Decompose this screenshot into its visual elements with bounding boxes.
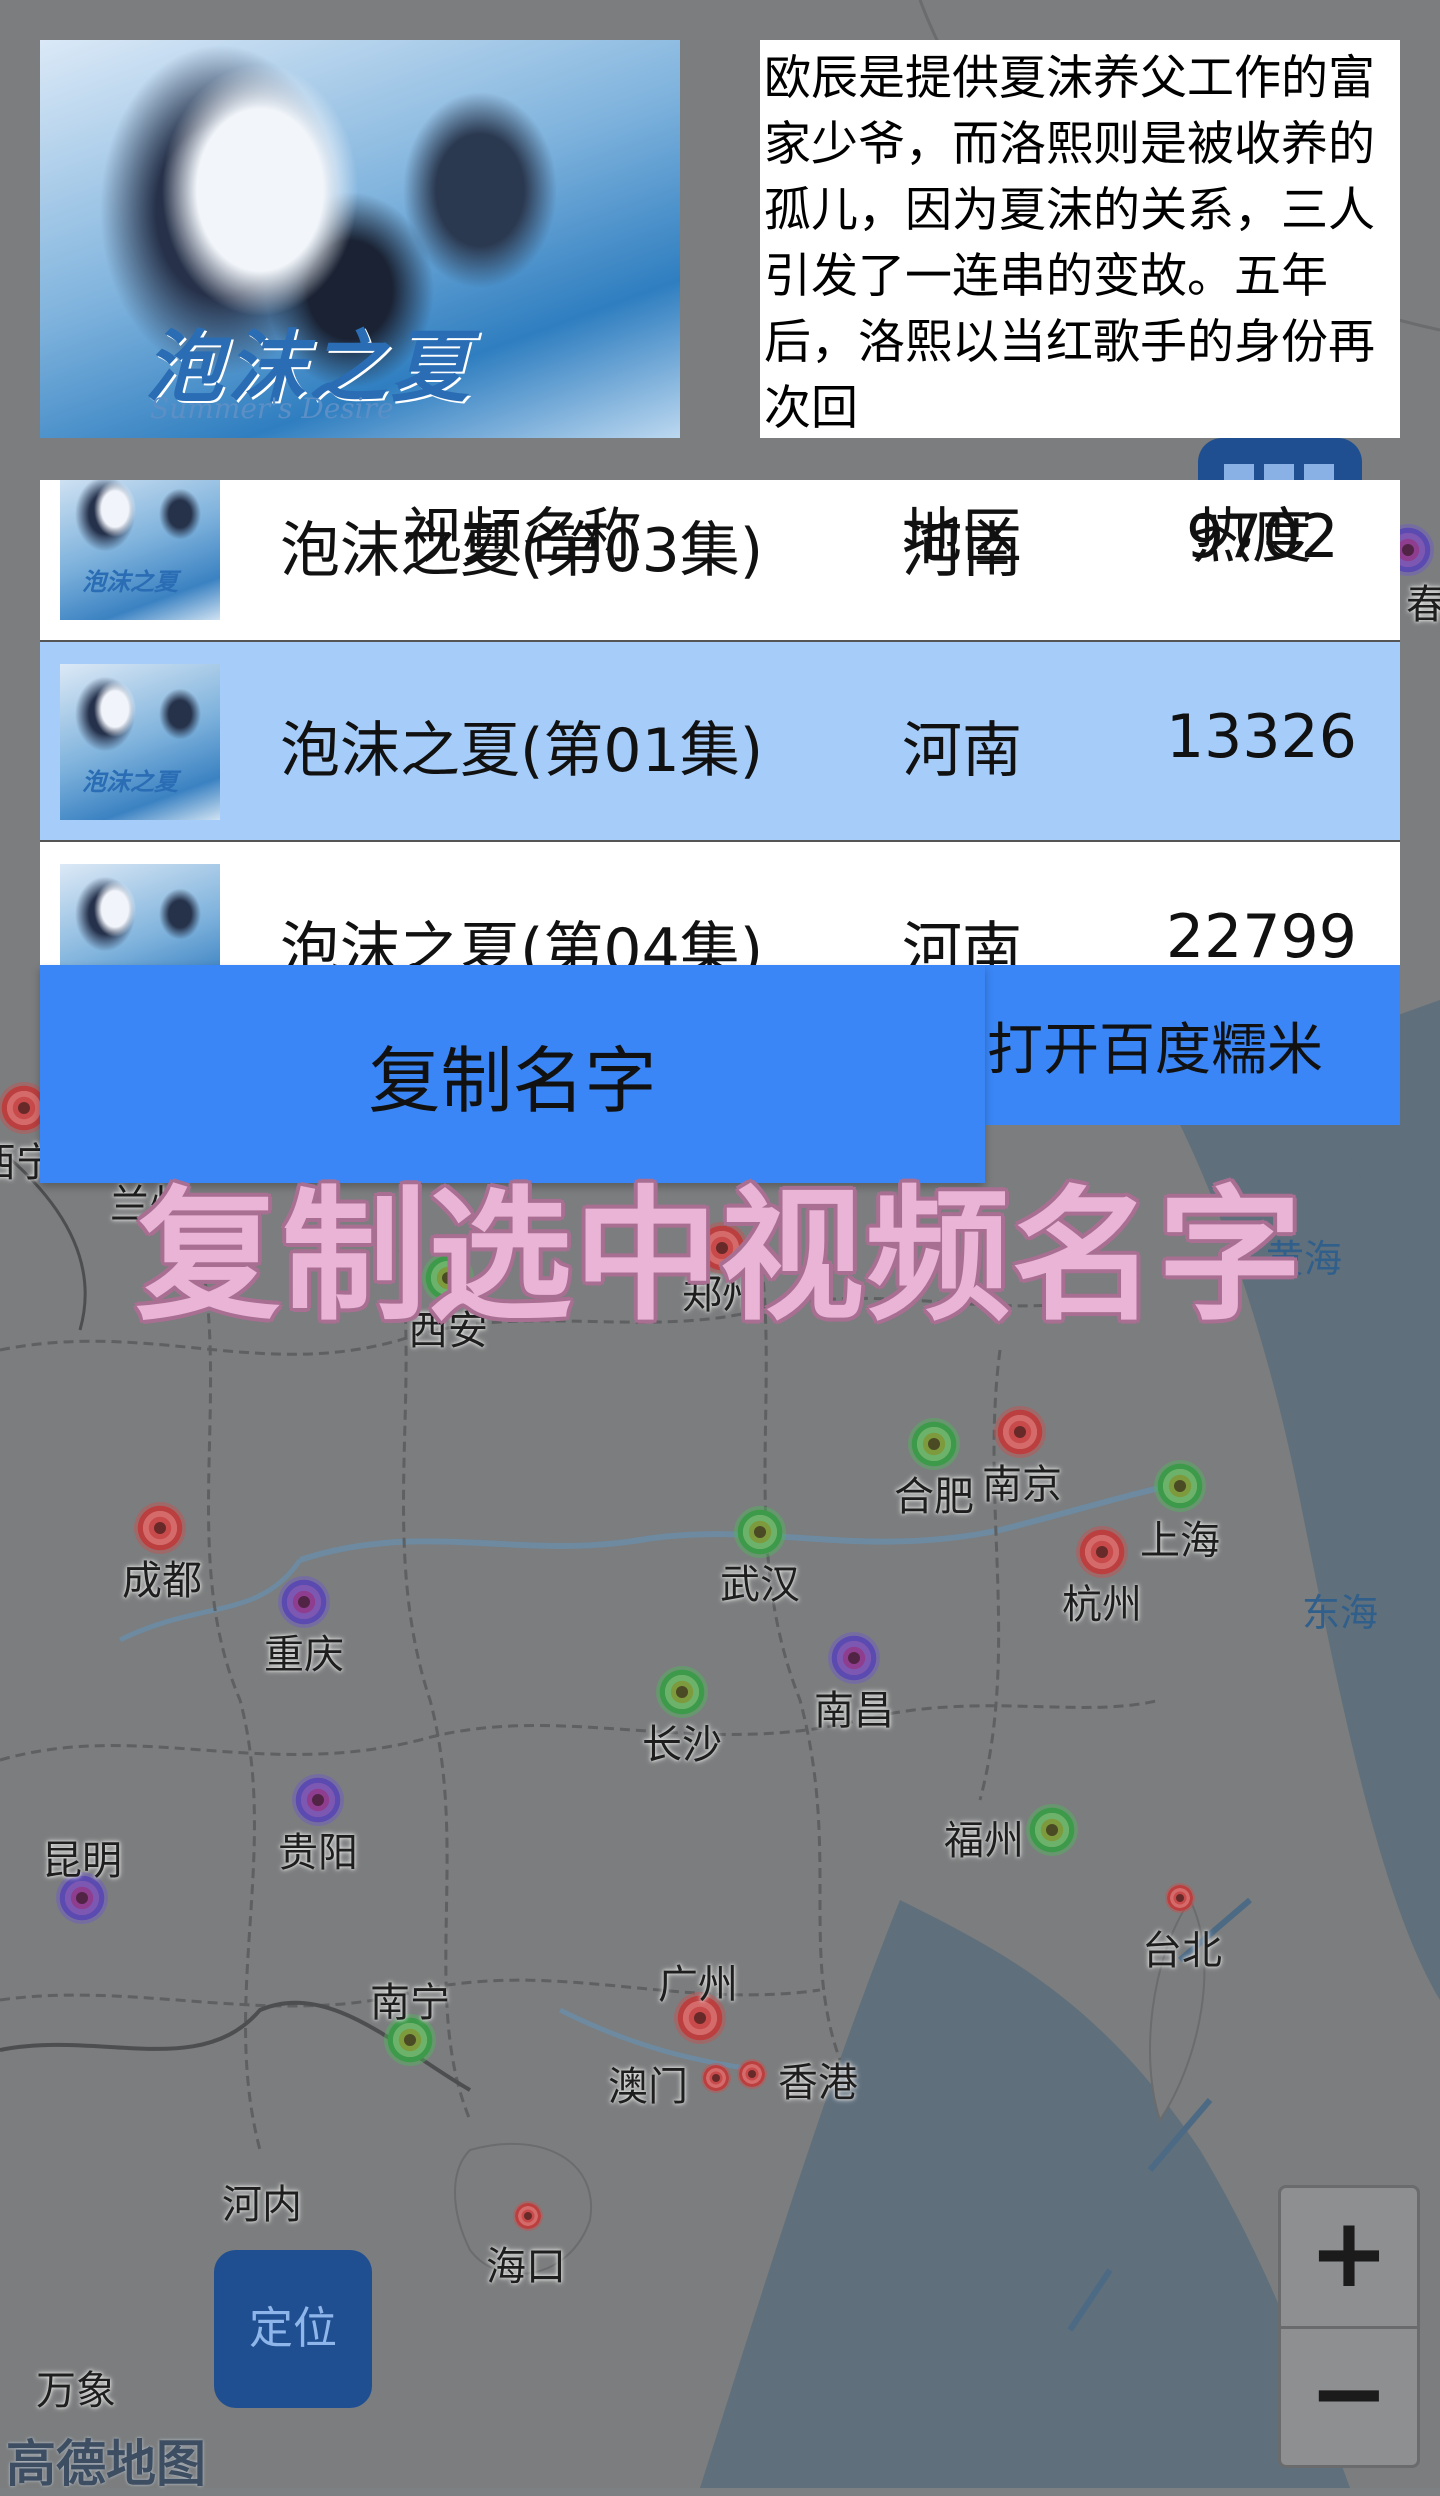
row-thumbnail: 泡沫之夏 <box>60 664 220 820</box>
city-marker-hangzhou[interactable] <box>1076 1526 1128 1578</box>
city-label: 昆明 <box>42 1838 122 1884</box>
zoom-out-button[interactable]: − <box>1281 2328 1417 2466</box>
header-region: 地区 <box>902 502 1022 572</box>
row-region: 河南 <box>902 716 1022 786</box>
city-label: 河内 <box>222 2182 302 2228</box>
row-video-name: 泡沫之夏(第01集) <box>280 716 764 786</box>
zoom-control: + − <box>1278 2185 1420 2468</box>
city-label: 香港 <box>778 2060 858 2106</box>
city-label: 上海 <box>1140 1518 1220 1564</box>
table-row-selected[interactable]: 泡沫之夏 泡沫之夏(第01集) 河南 13326 <box>40 642 1400 842</box>
header-video-name: 视频名称 <box>402 502 642 572</box>
city-marker-wuhan[interactable] <box>734 1506 786 1558</box>
table-header: 视频名称 地区 热度 <box>40 480 1400 580</box>
city-label: 成都 <box>122 1558 202 1604</box>
city-label: 福州 <box>944 1818 1024 1864</box>
city-label: 澳门 <box>608 2064 688 2110</box>
city-marker-chongqing[interactable] <box>278 1576 330 1628</box>
amap-logo: 高德地图 <box>6 2435 206 2493</box>
city-label: 长沙 <box>642 1722 722 1768</box>
city-marker-hefei[interactable] <box>908 1418 960 1470</box>
city-label: 广州 <box>658 1962 738 2008</box>
row-heat: 22799 <box>1166 902 1357 965</box>
city-marker-chengdu[interactable] <box>134 1502 186 1554</box>
locate-button[interactable]: 定位 <box>214 2250 372 2408</box>
video-table[interactable]: 泡沫之夏 泡沫之夏(第03集) 河南 9702 泡沫之夏 泡沫之夏(第01集) … <box>40 480 1400 965</box>
city-marker-haikou[interactable] <box>513 2201 543 2231</box>
city-marker-shanghai[interactable] <box>1154 1460 1206 1512</box>
city-label: 春 <box>1406 582 1440 628</box>
thumbnail-title: 泡沫之夏 <box>82 768 178 796</box>
row-video-name: 泡沫之夏(第04集) <box>280 916 764 965</box>
row-region: 河南 <box>902 916 1022 965</box>
city-label: 万象 <box>36 2368 116 2414</box>
city-marker-macau[interactable] <box>701 2063 731 2093</box>
city-marker-guiyang[interactable] <box>292 1774 344 1826</box>
city-label: 台北 <box>1142 1928 1222 1974</box>
table-row[interactable]: 泡沫之夏 泡沫之夏(第04集) 河南 22799 <box>40 842 1400 965</box>
city-marker-changsha[interactable] <box>656 1666 708 1718</box>
city-marker-hongkong[interactable] <box>737 2059 767 2089</box>
open-baidu-nuomi-button[interactable]: 打开百度糯米 <box>985 965 1400 1125</box>
city-label: 合肥 <box>894 1474 974 1520</box>
row-thumbnail: 泡沫之夏 <box>60 864 220 965</box>
city-label: 海口 <box>486 2244 566 2290</box>
city-marker-nanchang[interactable] <box>828 1632 880 1684</box>
city-marker-nanjing[interactable] <box>994 1406 1046 1458</box>
zoom-in-button[interactable]: + <box>1281 2188 1417 2329</box>
city-label: 贵阳 <box>278 1830 358 1876</box>
city-label: 重庆 <box>264 1632 344 1678</box>
city-label: 南昌 <box>814 1688 894 1734</box>
hint-banner: 复制选中视频名字 <box>135 1172 1304 1340</box>
city-marker-fuzhou[interactable] <box>1026 1804 1078 1856</box>
city-label: 南宁 <box>370 1980 450 2026</box>
city-label: 南京 <box>982 1462 1062 1508</box>
city-label: 武汉 <box>720 1562 800 1608</box>
row-heat: 13326 <box>1166 702 1357 772</box>
sea-label: 东海 <box>1302 1591 1379 1635</box>
header-heat: 热度 <box>1192 502 1312 572</box>
city-marker-taipei[interactable] <box>1165 1883 1195 1913</box>
city-label: 杭州 <box>1062 1582 1142 1628</box>
video-poster: 泡沫之夏 Summer's Desire <box>40 40 680 438</box>
poster-subtitle: Summer's Desire <box>150 392 394 425</box>
video-description: 欧辰是提供夏沫养父工作的富家少爷，而洛熙则是被收养的孤儿，因为夏沫的关系，三人引… <box>760 40 1400 438</box>
